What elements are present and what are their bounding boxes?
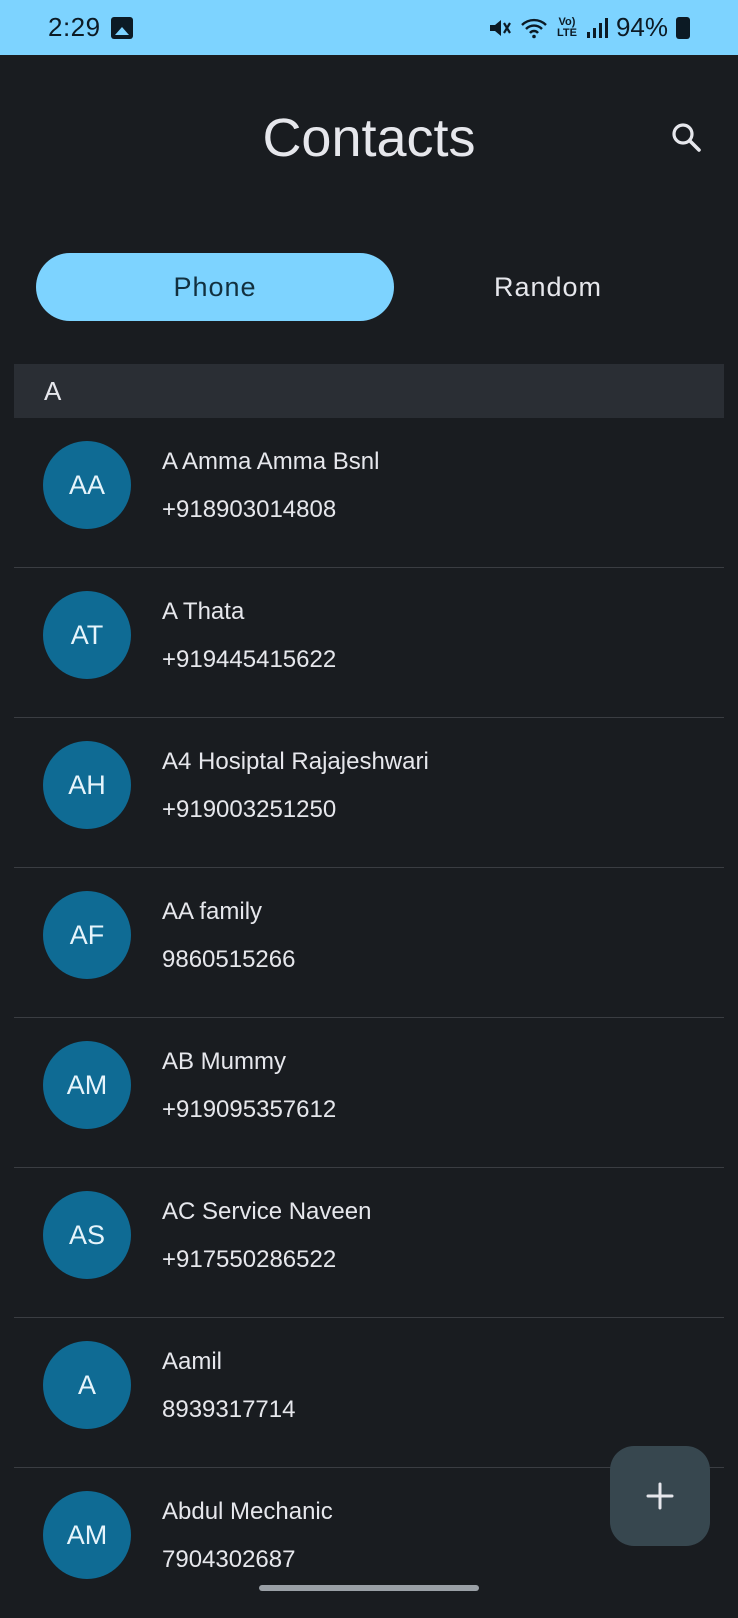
- contact-phone: +919095357612: [162, 1096, 337, 1123]
- signal-icon: [586, 17, 608, 38]
- avatar: AM: [43, 1491, 131, 1579]
- contact-phone: +919003251250: [162, 796, 337, 823]
- plus-icon: [646, 1482, 674, 1510]
- gallery-notification-icon: [110, 16, 133, 39]
- mute-icon: [489, 19, 511, 36]
- page-title: Contacts: [262, 108, 476, 168]
- contact-row[interactable]: AH A4 Hosiptal Rajajeshwari +91900325125…: [14, 718, 724, 868]
- avatar: AA: [43, 441, 131, 529]
- contact-name: A Thata: [162, 598, 245, 625]
- contact-row[interactable]: AS AC Service Naveen +917550286522: [14, 1168, 724, 1318]
- status-bar: 2:29 Vo) LTE 94%: [0, 0, 738, 55]
- contact-row[interactable]: AM AB Mummy +919095357612: [14, 1018, 724, 1168]
- contact-phone: +919445415622: [162, 646, 337, 673]
- contact-name: AC Service Naveen: [162, 1198, 372, 1225]
- status-time: 2:29: [48, 12, 101, 42]
- contact-list: AA A Amma Amma Bsnl +918903014808 AT A T…: [14, 418, 724, 1618]
- section-header: A: [14, 364, 724, 418]
- contact-phone: +918903014808: [162, 496, 337, 523]
- avatar: A: [43, 1341, 131, 1429]
- battery-percent: 94%: [615, 12, 668, 42]
- tab-random[interactable]: Random: [394, 253, 702, 321]
- contact-phone: +917550286522: [162, 1246, 337, 1273]
- contact-row[interactable]: A Aamil 8939317714: [14, 1318, 724, 1468]
- contact-phone: 8939317714: [162, 1396, 296, 1423]
- header: Contacts: [0, 55, 738, 225]
- contact-name: Abdul Mechanic: [162, 1498, 333, 1525]
- wifi-icon: [521, 18, 547, 38]
- contact-name: AA family: [162, 898, 263, 925]
- contact-row[interactable]: AA A Amma Amma Bsnl +918903014808: [14, 418, 724, 568]
- contact-row[interactable]: AF AA family 9860515266: [14, 868, 724, 1018]
- contact-phone: 7904302687: [162, 1546, 296, 1573]
- tab-phone[interactable]: Phone: [36, 253, 394, 321]
- contact-name: A4 Hosiptal Rajajeshwari: [162, 748, 429, 775]
- search-button[interactable]: [664, 115, 708, 159]
- status-right: Vo) LTE 94%: [488, 12, 690, 43]
- contact-name: AB Mummy: [162, 1048, 287, 1075]
- search-icon: [672, 123, 701, 152]
- home-indicator[interactable]: [259, 1585, 479, 1591]
- avatar: AH: [43, 741, 131, 829]
- source-tabs: Phone Random: [36, 253, 702, 321]
- avatar: AS: [43, 1191, 131, 1279]
- contact-phone: 9860515266: [162, 946, 296, 973]
- avatar: AM: [43, 1041, 131, 1129]
- contact-row[interactable]: AT A Thata +919445415622: [14, 568, 724, 718]
- volte-label: Vo) LTE: [556, 15, 577, 39]
- avatar: AF: [43, 891, 131, 979]
- battery-icon: [676, 16, 690, 39]
- contact-name: A Amma Amma Bsnl: [162, 448, 380, 475]
- add-contact-button[interactable]: [610, 1446, 710, 1546]
- status-left: 2:29: [48, 12, 133, 43]
- contact-name: Aamil: [162, 1348, 223, 1375]
- avatar: AT: [43, 591, 131, 679]
